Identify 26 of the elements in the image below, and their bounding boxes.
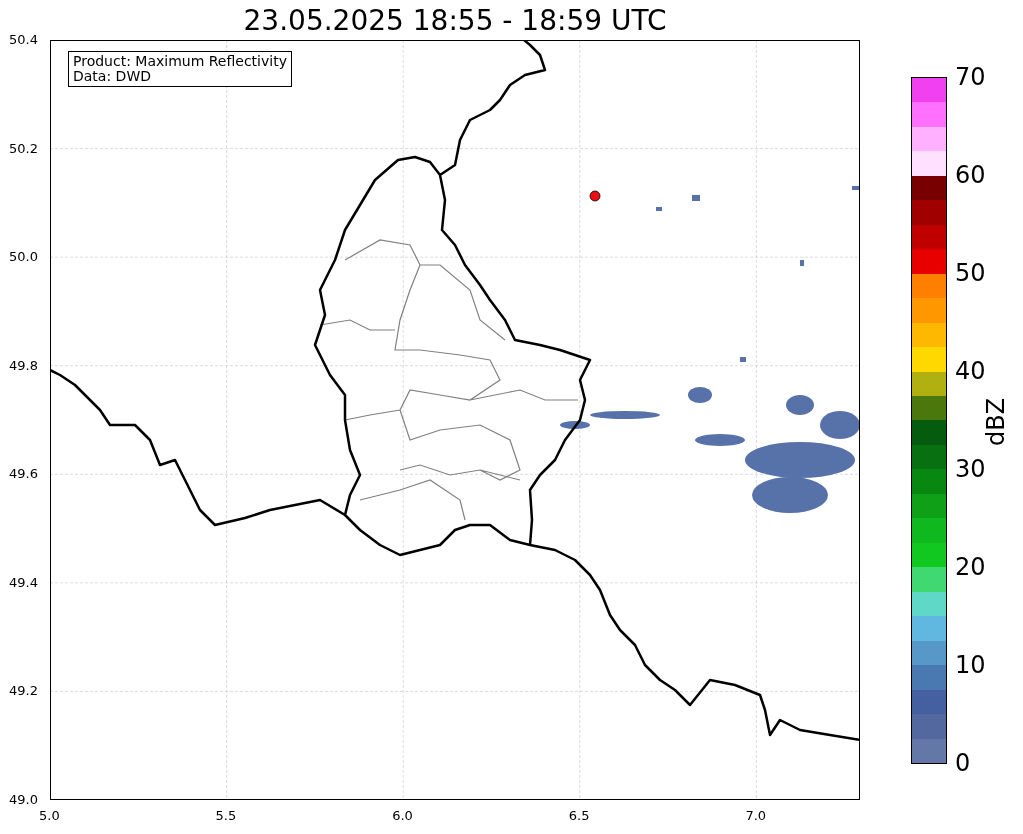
y-tick-label: 50.0 bbox=[9, 249, 38, 265]
x-tick-label: 6.5 bbox=[568, 808, 590, 823]
y-tick-label: 50.4 bbox=[9, 32, 38, 47]
colorbar-tick-label: 0 bbox=[955, 751, 971, 775]
y-tick-label: 49.2 bbox=[9, 683, 38, 699]
y-tick-label: 49.8 bbox=[9, 357, 38, 373]
x-tick-label: 7.0 bbox=[745, 808, 767, 823]
colorbar-tick-label: 50 bbox=[955, 261, 986, 285]
y-tick-label: 49.0 bbox=[9, 792, 38, 807]
x-tick-label: 6.0 bbox=[392, 808, 413, 823]
info-text: Data: DWD bbox=[73, 69, 152, 84]
chart-title: 23.05.2025 18:55 - 18:59 UTC bbox=[242, 4, 668, 37]
colorbar-tick-label: 10 bbox=[955, 653, 986, 677]
x-tick-label: 5.5 bbox=[215, 808, 237, 823]
y-tick-label: 50.2 bbox=[9, 140, 38, 156]
location-marker-icon bbox=[589, 190, 601, 202]
colorbar-tick-label: 70 bbox=[955, 65, 986, 89]
colorbar-tick-label: 40 bbox=[955, 359, 986, 383]
colorbar-tick-label: 20 bbox=[955, 555, 986, 579]
colorbar-tick-label: 30 bbox=[955, 457, 986, 481]
info-text: Product: Maximum Reflectivity bbox=[73, 54, 287, 69]
y-tick-label: 49.4 bbox=[9, 574, 38, 590]
colorbar-tick-label: 60 bbox=[955, 163, 986, 187]
colorbar-label: dBZ bbox=[982, 397, 1011, 447]
y-tick-label: 49.6 bbox=[9, 466, 38, 482]
x-tick-label: 5.0 bbox=[39, 808, 60, 823]
